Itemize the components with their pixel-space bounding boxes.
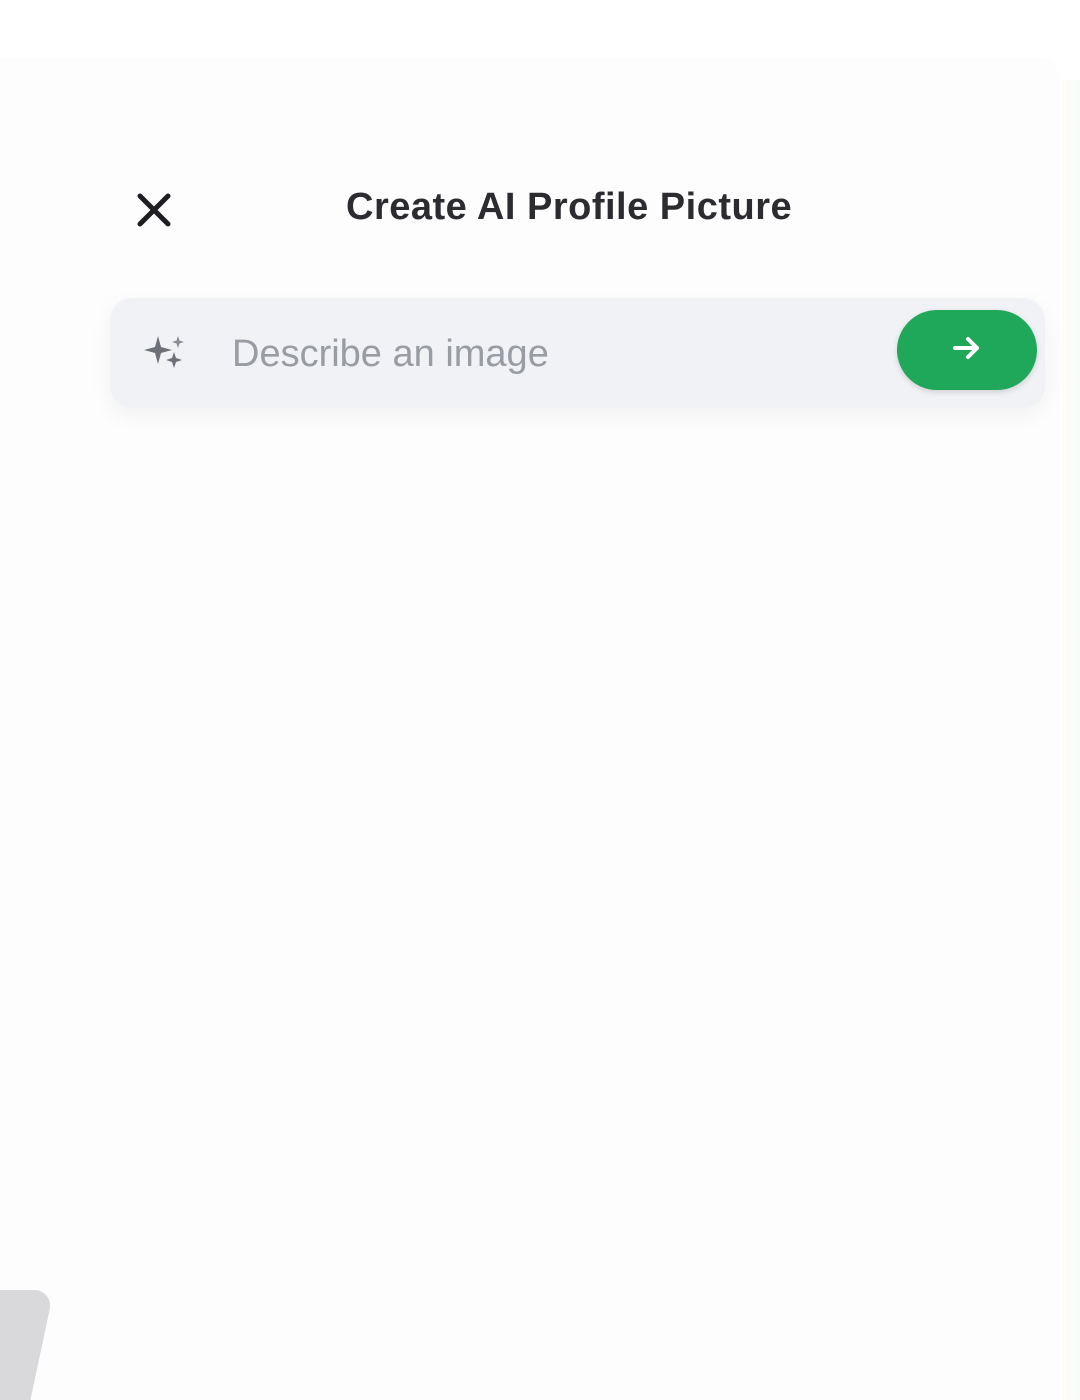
header: Create AI Profile Picture [0,150,1060,270]
close-button[interactable] [118,180,190,244]
create-ai-profile-picture-screen: Create AI Profile Picture [0,0,1080,1400]
page-title: Create AI Profile Picture [346,186,793,228]
submit-button[interactable] [897,310,1037,390]
prompt-bar [110,298,1045,408]
close-icon [134,190,174,235]
arrow-right-icon [950,333,984,368]
background-edge [1062,80,1080,1400]
describe-image-input[interactable] [230,320,884,388]
sparkle-icon [140,332,188,376]
